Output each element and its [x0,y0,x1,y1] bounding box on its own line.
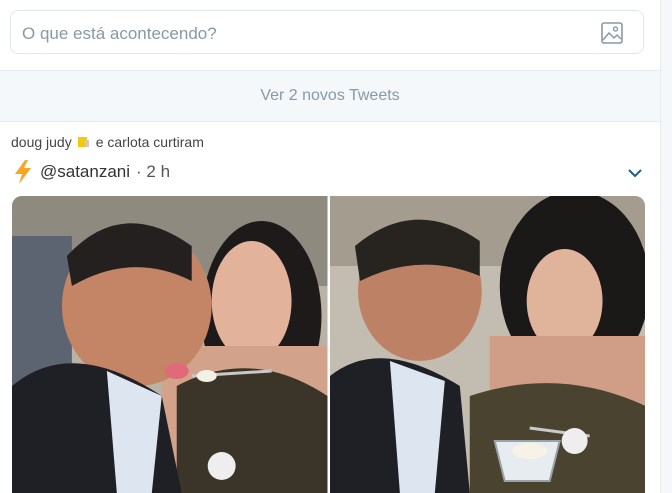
author-handle[interactable]: @satanzani [40,162,130,182]
social-context-text: e carlota curtiram [95,134,204,150]
new-tweets-button[interactable]: Ver 2 novos Tweets [0,71,660,122]
tweet-time[interactable]: · 2 h [136,162,170,182]
photo-man-eating-from-spoon [12,196,328,493]
folder-emoji-icon [77,137,89,147]
social-context: doug judy e carlota curtiram [11,134,204,150]
tweet-photos [12,196,645,493]
image-icon[interactable] [601,22,623,44]
page-scrollbar[interactable] [660,0,672,493]
compose-placeholder: O que está acontecendo? [22,24,217,43]
tweet-header: @satanzani · 2 h [12,160,170,184]
new-tweets-label: Ver 2 novos Tweets [260,87,400,104]
lightning-bolt-icon[interactable] [12,160,34,184]
liker-name[interactable]: doug judy [11,134,72,150]
tweet[interactable]: doug judy e carlota curtiram @satanzani … [0,122,660,493]
photo-woman-holding-cup [329,196,645,493]
compose-area: O que está acontecendo? [0,0,660,71]
compose-input[interactable]: O que está acontecendo? [10,10,644,54]
chevron-down-icon[interactable] [628,168,642,178]
tweet-photo-2[interactable] [329,196,645,493]
tweet-photo-1[interactable] [12,196,328,493]
